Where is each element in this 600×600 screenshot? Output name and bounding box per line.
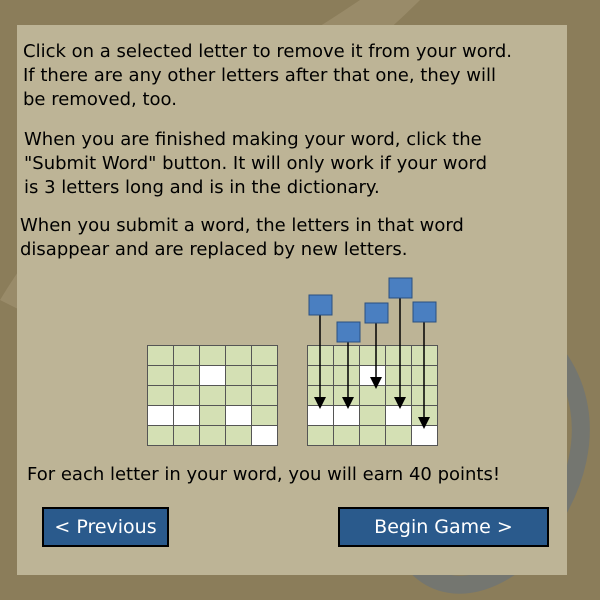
- grid-cell: [226, 366, 251, 385]
- grid-cell: [360, 426, 385, 445]
- grid-cell: [308, 406, 333, 425]
- points-info: For each letter in your word, you will e…: [27, 464, 501, 485]
- grid-cell: [200, 406, 225, 425]
- grid-cell: [252, 426, 277, 445]
- grid-cell: [386, 386, 411, 405]
- grid-cell: [200, 386, 225, 405]
- new-letter-tile: [308, 294, 333, 316]
- grid-cell: [174, 386, 199, 405]
- grid-cell: [226, 386, 251, 405]
- grid-cell: [174, 426, 199, 445]
- letter-grid-after: [307, 345, 438, 446]
- grid-cell: [334, 386, 359, 405]
- instruction-remove-letters: Click on a selected letter to remove it …: [23, 41, 513, 110]
- grid-cell: [148, 426, 173, 445]
- grid-cell: [308, 366, 333, 385]
- grid-cell: [200, 426, 225, 445]
- grid-cell: [226, 406, 251, 425]
- begin-game-button[interactable]: Begin Game >: [338, 507, 549, 547]
- grid-cell: [252, 406, 277, 425]
- grid-cell: [360, 386, 385, 405]
- new-letter-tile: [412, 301, 437, 323]
- grid-cell: [412, 366, 437, 385]
- grid-cell: [386, 366, 411, 385]
- grid-cell: [412, 406, 437, 425]
- grid-cell: [360, 406, 385, 425]
- grid-cell: [360, 366, 385, 385]
- instruction-letters-replaced: When you submit a word, the letters in t…: [20, 215, 464, 260]
- grid-cell: [148, 406, 173, 425]
- grid-cell: [200, 366, 225, 385]
- grid-cell: [308, 346, 333, 365]
- grid-cell: [252, 386, 277, 405]
- grid-cell: [252, 346, 277, 365]
- previous-button[interactable]: < Previous: [42, 507, 169, 547]
- grid-cell: [360, 346, 385, 365]
- grid-cell: [174, 346, 199, 365]
- grid-cell: [226, 346, 251, 365]
- grid-cell: [386, 406, 411, 425]
- letter-grid-before: [147, 345, 278, 446]
- grid-cell: [308, 386, 333, 405]
- grid-cell: [334, 406, 359, 425]
- grid-cell: [148, 386, 173, 405]
- grid-cell: [412, 346, 437, 365]
- grid-cell: [174, 406, 199, 425]
- grid-cell: [148, 366, 173, 385]
- grid-cell: [148, 346, 173, 365]
- grid-cell: [174, 366, 199, 385]
- grid-cell: [226, 426, 251, 445]
- new-letter-tile: [364, 302, 389, 324]
- grid-cell: [386, 426, 411, 445]
- grid-cell: [334, 346, 359, 365]
- grid-cell: [308, 426, 333, 445]
- grid-cell: [334, 366, 359, 385]
- new-letter-tile: [336, 321, 361, 343]
- instructions-panel: Click on a selected letter to remove it …: [17, 25, 567, 575]
- grid-cell: [412, 386, 437, 405]
- grid-cell: [386, 346, 411, 365]
- instruction-submit-word: When you are finished making your word, …: [24, 129, 488, 198]
- grid-cell: [412, 426, 437, 445]
- grid-cell: [200, 346, 225, 365]
- grid-cell: [252, 366, 277, 385]
- grid-cell: [334, 426, 359, 445]
- new-letter-tile: [388, 277, 413, 299]
